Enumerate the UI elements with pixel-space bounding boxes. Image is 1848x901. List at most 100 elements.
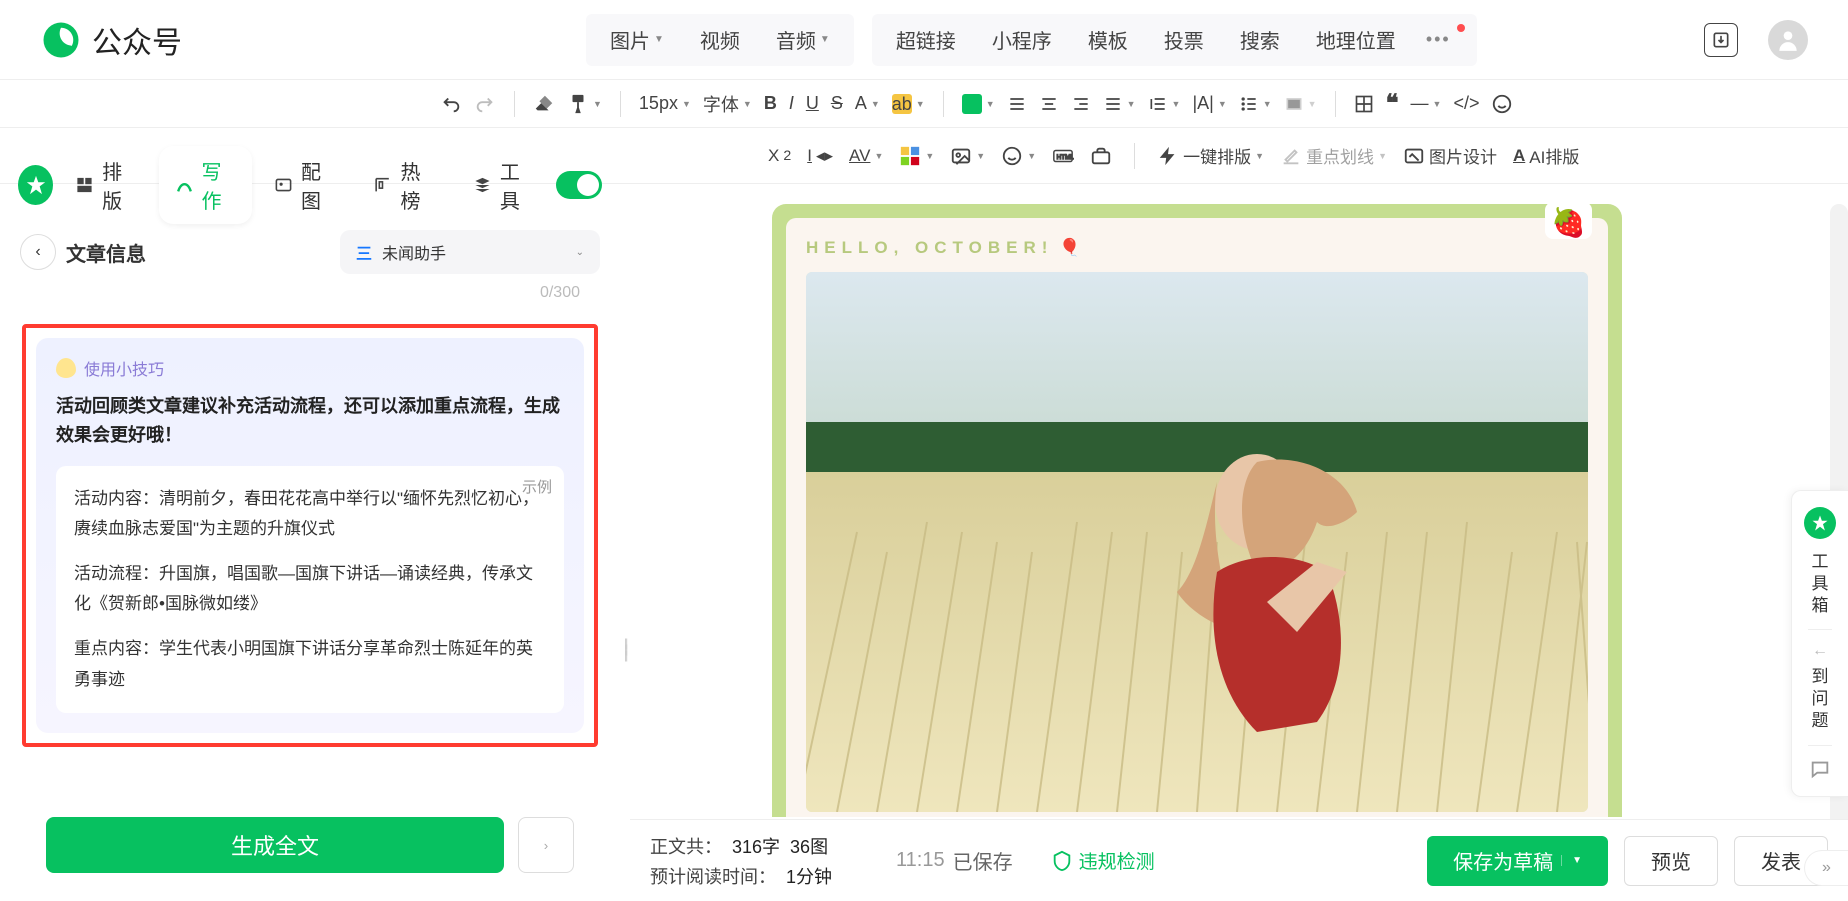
menu-vote[interactable]: 投票	[1146, 14, 1222, 66]
divider-button[interactable]: —▼	[1411, 93, 1442, 114]
card-hello: HELLO, OCTOBER!🎈	[806, 238, 1588, 258]
right-dock[interactable]: 工具箱 ← 到问题	[1791, 490, 1848, 797]
image-design-button[interactable]: 图片设计	[1403, 143, 1497, 168]
example-p2: 活动流程：升国旗，唱国歌—国旗下讲话—诵读经典，传承文化《贺新郎•国脉微如缕》	[74, 559, 546, 620]
highlighted-tip-region: 使用小技巧 活动回顾类文章建议补充活动流程，还可以添加重点流程，生成效果会更好哦…	[22, 324, 598, 747]
brand-label: 公众号	[92, 18, 182, 62]
hero-photo[interactable]	[806, 272, 1588, 812]
redo-button[interactable]	[474, 93, 496, 115]
align-right-button[interactable]	[1071, 94, 1091, 114]
menu-miniprogram[interactable]: 小程序	[974, 14, 1070, 66]
text-style-button[interactable]: |A|▼	[1192, 93, 1226, 114]
auto-layout-button[interactable]: 一键排版▼	[1157, 143, 1264, 168]
text-direction-button[interactable]: I◂▸	[807, 146, 833, 166]
quote-button[interactable]: ❝	[1386, 89, 1399, 118]
example-p1: 活动内容：清明前夕，春田花花高中举行以"缅怀先烈忆初心，赓续血脉志爱国"为主题的…	[74, 484, 546, 545]
table-button[interactable]	[1354, 94, 1374, 114]
back-button[interactable]: ‹	[20, 234, 56, 270]
tab-trending[interactable]: 热榜	[357, 146, 450, 224]
violation-check[interactable]: 违规检测	[1051, 847, 1155, 874]
menu-video[interactable]: 视频	[682, 14, 758, 66]
lightbulb-icon	[56, 358, 76, 378]
dock-collapse[interactable]: »	[1804, 850, 1848, 886]
toggle-switch[interactable]	[556, 171, 602, 199]
format-painter-button[interactable]: ▼	[567, 93, 602, 115]
chevron-down-icon: ▼	[654, 34, 664, 45]
tab-write[interactable]: 写作	[159, 146, 252, 224]
menu-search[interactable]: 搜索	[1222, 14, 1298, 66]
save-time: 11:15	[896, 849, 945, 872]
letterspacing-button[interactable]: AV▼	[849, 146, 883, 166]
align-justify-button[interactable]	[1007, 94, 1027, 114]
font-size-select[interactable]: 15px▼	[639, 93, 691, 114]
html-button[interactable]: HTML	[1052, 145, 1074, 167]
menu-more[interactable]: •••	[1414, 14, 1463, 66]
text-color-button[interactable]: A▼	[855, 93, 880, 114]
indent-button[interactable]: ▼	[1103, 94, 1136, 114]
strike-button[interactable]: S	[831, 93, 843, 114]
notification-dot	[1457, 24, 1465, 32]
spacing-button[interactable]: ▼	[1284, 94, 1317, 114]
tip-headline: 活动回顾类文章建议补充活动流程，还可以添加重点流程，生成效果会更好哦！	[56, 392, 564, 450]
font-family-select[interactable]: 字体▼	[703, 91, 752, 117]
menu-image[interactable]: 图片▼	[592, 14, 682, 66]
dock-arrow-icon: ←	[1812, 642, 1828, 660]
generate-button[interactable]: 生成全文	[46, 817, 504, 873]
image-count-value: 36图	[790, 833, 828, 859]
dock-label-issues[interactable]: 到问题	[1812, 666, 1829, 732]
menu-audio[interactable]: 音频▼	[758, 14, 848, 66]
menu-template[interactable]: 模板	[1070, 14, 1146, 66]
strawberry-sticker: 🍓	[1545, 204, 1592, 239]
export-icon[interactable]	[1704, 23, 1738, 57]
undo-button[interactable]	[440, 93, 462, 115]
list-button[interactable]: ▼	[1239, 94, 1272, 114]
bold-button[interactable]: B	[764, 93, 777, 114]
chevron-down-icon: ▼	[820, 34, 830, 45]
tip-badge: 使用小技巧	[84, 356, 164, 380]
svg-text:HTML: HTML	[1057, 153, 1074, 160]
code-button[interactable]: </>	[1453, 93, 1479, 114]
chevron-down-icon: ⌄	[576, 247, 584, 258]
tab-layout[interactable]: 排版	[59, 146, 152, 224]
menu-hyperlink[interactable]: 超链接	[878, 14, 974, 66]
subscript-button[interactable]: X2	[768, 146, 791, 166]
menu-location[interactable]: 地理位置	[1298, 14, 1414, 66]
highlight-button[interactable]: ab▼	[892, 94, 925, 114]
wechat-logo-icon	[40, 19, 82, 61]
dock-chat-icon[interactable]	[1809, 758, 1831, 780]
text-count-value: 316字	[732, 833, 780, 859]
content-card: 🍓 HELLO, OCTOBER!🎈	[772, 204, 1622, 817]
next-button[interactable]: ›	[518, 817, 574, 873]
ai-layout-button[interactable]: AAI排版	[1513, 143, 1579, 168]
assistant-label: 未闻助手	[382, 240, 446, 264]
dock-badge-icon	[1804, 507, 1836, 539]
color-swatch-button[interactable]: ▼	[899, 145, 934, 167]
resize-grip[interactable]: ||||||	[624, 640, 626, 658]
underline-button[interactable]: U	[806, 93, 819, 114]
readtime-label: 预计阅读时间：	[650, 863, 776, 889]
tab-images[interactable]: 配图	[258, 146, 351, 224]
line-height-button[interactable]: ▼	[1148, 94, 1181, 114]
align-left-button[interactable]: ▼	[962, 94, 995, 114]
emoji2-button[interactable]: ▼	[1001, 145, 1036, 167]
example-label: 示例	[522, 474, 552, 501]
dock-label-toolbox[interactable]: 工具箱	[1812, 551, 1829, 617]
text-count-label: 正文共：	[650, 833, 722, 859]
side-badge-icon	[18, 165, 53, 205]
balloon-icon: 🎈	[1059, 238, 1086, 258]
italic-button[interactable]: I	[789, 93, 794, 114]
preview-button[interactable]: 预览	[1624, 836, 1718, 886]
image-in-text-button[interactable]: ▼	[950, 145, 985, 167]
brand[interactable]: 公众号	[40, 18, 182, 62]
assistant-select[interactable]: 三 未闻助手 ⌄	[340, 230, 600, 274]
tab-tools[interactable]: 工具	[457, 146, 550, 224]
example-p3: 重点内容：学生代表小明国旗下讲话分享革命烈士陈延年的英勇事迹	[74, 634, 546, 695]
assistant-icon: 三	[356, 240, 372, 264]
highlight-line-button[interactable]: 重点划线▼	[1280, 143, 1387, 168]
emoji-face-button[interactable]	[1491, 93, 1513, 115]
save-draft-button[interactable]: 保存为草稿▼	[1427, 836, 1608, 886]
briefcase-button[interactable]	[1090, 145, 1112, 167]
user-avatar[interactable]	[1768, 20, 1808, 60]
clear-format-button[interactable]	[533, 93, 555, 115]
align-center-button[interactable]	[1039, 94, 1059, 114]
